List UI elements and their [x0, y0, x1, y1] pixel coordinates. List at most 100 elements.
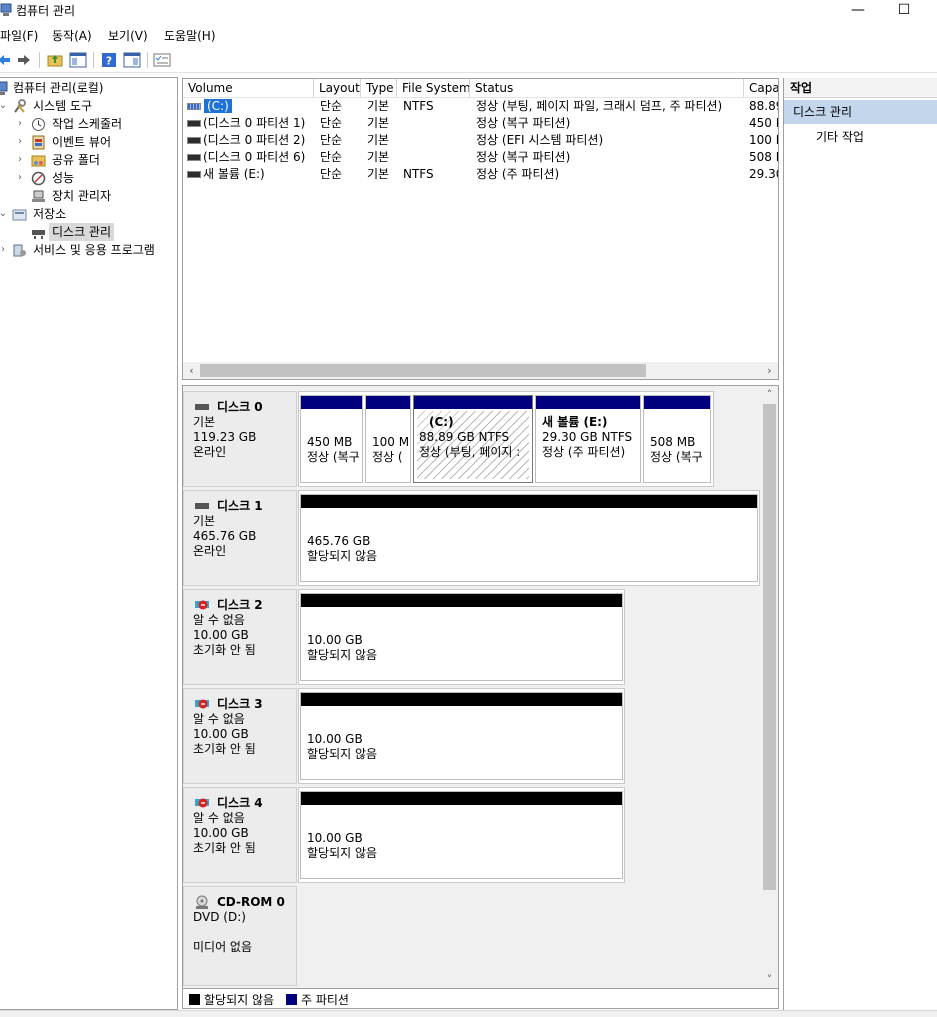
properties-button[interactable] — [152, 50, 172, 70]
arrow-right-icon — [18, 55, 30, 65]
help-button[interactable]: ? — [99, 50, 119, 70]
table-row[interactable]: (디스크 0 파티션 6) 단순 기본 정상 (복구 파티션) 508 I — [183, 149, 778, 166]
tree-item-disk-management[interactable]: 디스크 관리 — [0, 223, 176, 241]
maximize-button[interactable]: ☐ — [881, 0, 927, 22]
disk-row[interactable]: 디스크 3 알 수 없음 10.00 GB 초기화 안 됨 10.00 GB 할당… — [183, 688, 761, 784]
disk-label[interactable]: 디스크 1 기본 465.76 GB 온라인 — [183, 490, 297, 586]
disk-error-icon — [195, 798, 209, 808]
partition-bar — [536, 396, 640, 409]
scroll-down-icon[interactable]: ˅ — [761, 971, 778, 988]
scroll-up-icon[interactable]: ˄ — [761, 386, 778, 403]
volume-name: (디스크 0 파티션 1) — [203, 116, 306, 130]
column-header-status[interactable]: Status — [470, 79, 744, 98]
forward-button[interactable] — [14, 50, 34, 70]
tree-item-device-manager[interactable]: 장치 관리자 — [0, 187, 176, 205]
chevron-right-icon[interactable]: › — [15, 169, 25, 187]
scrollbar-thumb[interactable] — [200, 364, 646, 377]
more-actions-link[interactable]: 기타 작업 — [816, 128, 864, 146]
partition-selected[interactable]: (C:) 88.89 GB NTFS 정상 (부팅, 페이지 : — [413, 395, 533, 483]
menu-file[interactable]: 파일(F) — [0, 27, 38, 44]
tree-item-task-scheduler[interactable]: › 작업 스케줄러 — [0, 115, 176, 133]
unallocated-space[interactable]: 10.00 GB 할당되지 않음 — [300, 692, 623, 780]
disk-name: 디스크 2 — [217, 598, 263, 612]
tree-item-system-tools[interactable]: ⌄ 시스템 도구 — [0, 97, 176, 115]
status-cell: 정상 (부팅, 페이지 파일, 크래시 덤프, 주 파티션) — [476, 99, 723, 113]
table-row[interactable]: (디스크 0 파티션 2) 단순 기본 정상 (EFI 시스템 파티션) 100… — [183, 132, 778, 149]
disk-label[interactable]: 디스크 3 알 수 없음 10.00 GB 초기화 안 됨 — [183, 688, 297, 784]
show-hide-tree-button[interactable] — [68, 50, 88, 70]
actions-header: 작업 — [784, 78, 937, 98]
disk-row[interactable]: 디스크 4 알 수 없음 10.00 GB 초기화 안 됨 10.00 GB 할당… — [183, 787, 761, 883]
horizontal-scrollbar[interactable]: ‹ › — [183, 362, 778, 379]
tree-item-event-viewer[interactable]: › 이벤트 뷰어 — [0, 133, 176, 151]
legend-label-unallocated: 할당되지 않음 — [204, 993, 275, 1007]
partition[interactable]: 508 MB 정상 (복구 — [643, 395, 711, 483]
chevron-right-icon[interactable]: › — [15, 133, 25, 151]
computer-management-icon — [0, 3, 12, 16]
tree-label: 시스템 도구 — [33, 99, 93, 113]
partition-status: 정상 (부팅, 페이지 : — [419, 445, 521, 459]
chevron-down-icon[interactable]: ⌄ — [0, 97, 8, 115]
disk-row[interactable]: CD-ROM 0 DVD (D:) 미디어 없음 — [183, 886, 761, 986]
disk-type: DVD (D:) — [193, 910, 246, 924]
chevron-down-icon[interactable]: ⌄ — [0, 205, 8, 223]
vertical-scrollbar[interactable]: ˄ ˅ — [761, 386, 778, 988]
column-header-layout[interactable]: Layout — [314, 79, 361, 98]
tree-item-performance[interactable]: › 성능 — [0, 169, 176, 187]
column-header-file-system[interactable]: File System — [397, 79, 470, 98]
partition[interactable]: 450 MB 정상 (복구 — [300, 395, 363, 483]
table-row[interactable]: (C:) 단순 기본 NTFS 정상 (부팅, 페이지 파일, 크래시 덤프, … — [183, 98, 778, 115]
up-folder-button[interactable] — [45, 50, 65, 70]
status-cell: 정상 (복구 파티션) — [476, 116, 571, 130]
type-cell: 기본 — [367, 116, 390, 130]
back-button[interactable] — [0, 50, 14, 70]
partition[interactable]: 100 M 정상 ( — [365, 395, 411, 483]
tree-item-storage[interactable]: ⌄ 저장소 — [0, 205, 176, 223]
partition-size: 29.30 GB NTFS — [542, 430, 633, 444]
unallocated-space[interactable]: 10.00 GB 할당되지 않음 — [300, 791, 623, 879]
disk-label[interactable]: 디스크 4 알 수 없음 10.00 GB 초기화 안 됨 — [183, 787, 297, 883]
scrollbar-thumb[interactable] — [763, 404, 776, 890]
column-header-capacity[interactable]: Capa — [744, 79, 778, 98]
disk-label[interactable]: 디스크 0 기본 119.23 GB 온라인 — [183, 391, 297, 487]
device-manager-icon — [32, 190, 45, 202]
minimize-button[interactable]: — — [835, 0, 881, 22]
show-hide-action-pane-button[interactable] — [122, 50, 142, 70]
tree-item-services-apps[interactable]: › 서비스 및 응용 프로그램 — [0, 241, 176, 259]
performance-icon — [31, 171, 46, 186]
disk-row[interactable]: 디스크 0 기본 119.23 GB 온라인 450 MB 정상 (복구 100 … — [183, 391, 761, 487]
unallocated-space[interactable]: 10.00 GB 할당되지 않음 — [300, 593, 623, 681]
chevron-right-icon[interactable]: › — [15, 115, 25, 133]
column-header-type[interactable]: Type — [361, 79, 397, 98]
table-row[interactable]: 새 볼륨 (E:) 단순 기본 NTFS 정상 (주 파티션) 29.30 — [183, 166, 778, 183]
disk-row[interactable]: 디스크 1 기본 465.76 GB 온라인 465.76 GB 할당되지 않음 — [183, 490, 761, 586]
disk-graphical-view: 디스크 0 기본 119.23 GB 온라인 450 MB 정상 (복구 100 … — [182, 385, 779, 989]
partition[interactable]: 새 볼륨 (E:) 29.30 GB NTFS 정상 (주 파티션) — [535, 395, 641, 483]
column-header-volume[interactable]: Volume — [183, 79, 314, 98]
partition-area: 10.00 GB 할당되지 않음 — [298, 589, 625, 685]
disk-row[interactable]: 디스크 2 알 수 없음 10.00 GB 초기화 안 됨 10.00 GB 할당… — [183, 589, 761, 685]
disk-icon — [195, 404, 209, 410]
chevron-right-icon[interactable]: › — [0, 241, 8, 259]
tree-item-computer-management[interactable]: 컴퓨터 관리(로컬) — [0, 79, 176, 97]
file-system-cell: NTFS — [403, 99, 434, 113]
actions-section-disk-management[interactable]: 디스크 관리 — [784, 100, 937, 124]
volume-icon — [187, 120, 201, 127]
disk-label[interactable]: 디스크 2 알 수 없음 10.00 GB 초기화 안 됨 — [183, 589, 297, 685]
partition-status: 정상 (주 파티션) — [542, 445, 626, 459]
partition-area: 465.76 GB 할당되지 않음 — [298, 490, 760, 586]
unallocated-space[interactable]: 465.76 GB 할당되지 않음 — [300, 494, 758, 582]
disk-label[interactable]: CD-ROM 0 DVD (D:) 미디어 없음 — [183, 886, 297, 986]
chevron-right-icon[interactable]: › — [15, 151, 25, 169]
scroll-right-icon[interactable]: › — [761, 362, 778, 379]
disk-icon — [195, 503, 209, 509]
volume-name: (디스크 0 파티션 2) — [203, 133, 306, 147]
menu-help[interactable]: 도움말(H) — [164, 27, 216, 44]
scroll-left-icon[interactable]: ‹ — [183, 362, 200, 379]
menu-action[interactable]: 동작(A) — [52, 27, 92, 44]
menu-view[interactable]: 보기(V) — [108, 27, 148, 44]
table-row[interactable]: (디스크 0 파티션 1) 단순 기본 정상 (복구 파티션) 450 I — [183, 115, 778, 132]
disk-type: 알 수 없음 — [193, 613, 245, 627]
tree-item-shared-folders[interactable]: › 공유 폴더 — [0, 151, 176, 169]
actions-pane: 작업 디스크 관리 기타 작업 — [783, 78, 937, 1010]
